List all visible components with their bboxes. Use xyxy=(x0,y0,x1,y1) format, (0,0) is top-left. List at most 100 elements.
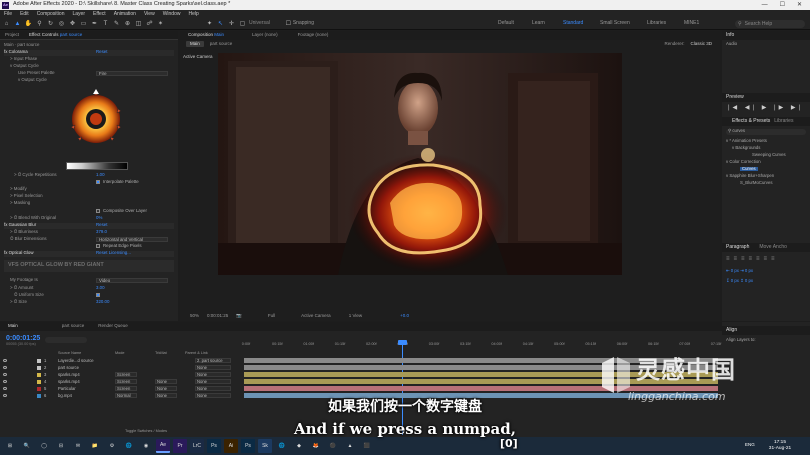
eye-icon[interactable] xyxy=(3,366,7,369)
layer-name[interactable]: sparks.mp4 xyxy=(58,372,80,377)
output-cycle-color-wheel[interactable] xyxy=(66,89,126,147)
blurriness-value[interactable]: 379.0 xyxy=(96,229,107,234)
type-tool-icon[interactable]: T xyxy=(101,19,110,28)
tab-move-anchor[interactable]: Move Ancho xyxy=(759,245,787,250)
puppet-tool-icon[interactable]: ✶ xyxy=(156,19,165,28)
snapshot-icon[interactable]: 📷 xyxy=(236,313,242,319)
language-indicator[interactable]: ENG xyxy=(745,442,755,448)
menu-view[interactable]: View xyxy=(144,11,155,17)
timeline-layer-row[interactable]: 6 bg.mp4 Normal None None xyxy=(0,393,240,399)
local-axis-icon[interactable]: ↖ xyxy=(216,19,225,28)
timeline-search-input[interactable] xyxy=(45,337,87,343)
taskbar-app-icon[interactable]: Ai xyxy=(224,439,238,453)
tab-timeline-part-source[interactable]: part source xyxy=(62,324,85,329)
workspace-small-screen[interactable]: Small Screen xyxy=(600,21,630,26)
menu-layer[interactable]: Layer xyxy=(72,11,85,17)
maximize-button[interactable]: ☐ xyxy=(780,2,785,8)
preview-title[interactable]: Preview xyxy=(726,95,744,100)
taskbar-app-icon[interactable]: ⊞ xyxy=(3,439,17,453)
system-clock[interactable]: 17:15 31-Aug-21 xyxy=(760,440,800,452)
col-parent[interactable]: Parent & Link xyxy=(185,351,208,356)
home-icon[interactable]: ⌂ xyxy=(2,19,11,28)
layer-duration-bar[interactable] xyxy=(244,365,718,370)
menu-effect[interactable]: Effect xyxy=(93,11,106,17)
masking-group[interactable]: > Masking xyxy=(4,200,174,207)
view-axis-icon[interactable]: ▢ xyxy=(238,19,247,28)
layer-name[interactable]: bg.mp4 xyxy=(58,393,72,398)
taskbar-app-icon[interactable]: ◆ xyxy=(292,439,306,453)
taskbar-app-icon[interactable]: 🔍 xyxy=(20,439,34,453)
trkmat-dropdown[interactable]: None xyxy=(155,393,177,398)
composite-over-layer-checkbox[interactable] xyxy=(96,209,100,213)
label-color-swatch[interactable] xyxy=(37,359,41,363)
effect-optical-glow[interactable]: fx Optical Glow Reset Licensing... xyxy=(4,250,174,257)
output-cycle-sub[interactable]: v Output Cycle xyxy=(4,77,174,84)
trkmat-dropdown[interactable]: None xyxy=(155,386,177,391)
uniform-size-checkbox[interactable] xyxy=(96,293,100,297)
composition-viewer-frame[interactable] xyxy=(218,53,622,275)
layer-name[interactable]: sparks.mp4 xyxy=(58,379,80,384)
taskbar-app-icon[interactable]: ⬛ xyxy=(360,439,374,453)
tab-effect-controls[interactable]: Effect Controls part source xyxy=(29,32,82,38)
menu-help[interactable]: Help xyxy=(188,11,198,17)
tree-color-correction[interactable]: v Color Correction xyxy=(726,159,761,164)
label-color-swatch[interactable] xyxy=(37,366,41,370)
eye-icon[interactable] xyxy=(3,394,7,397)
workspace-libraries[interactable]: Libraries xyxy=(647,21,666,26)
my-footage-is-dropdown[interactable]: Video xyxy=(96,278,168,283)
workspace-learn[interactable]: Learn xyxy=(532,21,545,26)
taskbar-app-icon[interactable]: 🦊 xyxy=(309,439,323,453)
rotate-tool-icon[interactable]: ↻ xyxy=(46,19,55,28)
label-color-swatch[interactable] xyxy=(37,387,41,391)
parent-dropdown[interactable]: None xyxy=(195,365,231,370)
search-help-input[interactable]: ⚲ Search Help xyxy=(735,20,805,28)
tab-render-queue[interactable]: Render Queue xyxy=(98,324,128,329)
taskbar-app-icon[interactable]: ✉ xyxy=(71,439,85,453)
roto-tool-icon[interactable]: ☍ xyxy=(145,19,154,28)
camera-view-dropdown[interactable]: Active Camera xyxy=(301,313,331,319)
next-frame-button[interactable]: |▶ xyxy=(774,105,786,111)
reset-link[interactable]: Reset xyxy=(96,49,107,54)
workspace-standard[interactable]: Standard xyxy=(563,21,583,26)
parent-dropdown[interactable]: None xyxy=(195,379,231,384)
menu-composition[interactable]: Composition xyxy=(37,11,65,17)
label-color-swatch[interactable] xyxy=(37,394,41,398)
menu-file[interactable]: File xyxy=(4,11,12,17)
blend-with-original-value[interactable]: 0% xyxy=(96,215,102,220)
trkmat-dropdown[interactable]: None xyxy=(155,379,177,384)
comp-subtab-part-source[interactable]: part source xyxy=(210,41,233,47)
tree-curves-selected[interactable]: Curves xyxy=(740,166,758,172)
exposure-value[interactable]: +0.0 xyxy=(400,313,409,319)
output-cycle-opacity-gradient[interactable] xyxy=(66,162,128,170)
taskbar-app-icon[interactable]: 🌐 xyxy=(122,439,136,453)
close-button[interactable]: ✕ xyxy=(797,2,802,8)
align-title[interactable]: Align xyxy=(726,328,737,333)
renderer-value[interactable]: Classic 3D xyxy=(690,41,712,47)
blend-mode-dropdown[interactable]: Screen xyxy=(115,372,137,377)
timeline-layer-row[interactable]: 4 sparks.mp4 Screen None None xyxy=(0,379,240,385)
pen-tool-icon[interactable]: ✒ xyxy=(90,19,99,28)
timeline-layer-row[interactable]: 1 Layerdie...d source 2. part source xyxy=(0,358,240,364)
eye-icon[interactable] xyxy=(3,387,7,390)
play-button[interactable]: ▶ xyxy=(762,105,770,111)
menu-animation[interactable]: Animation xyxy=(114,11,136,17)
effects-search-input[interactable]: ⚲ curves xyxy=(726,128,806,135)
taskbar-app-icon[interactable]: Sk xyxy=(258,439,272,453)
tree-backgrounds[interactable]: v Backgrounds xyxy=(732,145,760,150)
taskbar-app-icon[interactable]: 📁 xyxy=(88,439,102,453)
taskbar-app-icon[interactable]: ⚫ xyxy=(326,439,340,453)
pan-behind-tool-icon[interactable]: ✥ xyxy=(68,19,77,28)
col-source-name[interactable]: Source Name xyxy=(58,351,81,356)
eraser-tool-icon[interactable]: ◫ xyxy=(134,19,143,28)
brush-tool-icon[interactable]: ✎ xyxy=(112,19,121,28)
parent-dropdown[interactable]: None xyxy=(195,386,231,391)
tab-timeline-main[interactable]: Main xyxy=(8,324,18,329)
tab-project[interactable]: Project xyxy=(5,32,19,38)
tab-footage[interactable]: Footage (none) xyxy=(298,33,329,38)
first-frame-button[interactable]: |◀ xyxy=(728,105,740,111)
paragraph-space-fields[interactable]: ↧ 0 px ↥ 0 px xyxy=(726,278,753,283)
tab-effects-presets[interactable]: Effects & Presets xyxy=(732,119,770,124)
tree-sweeping-curves[interactable]: Sweeping Curves xyxy=(752,152,786,157)
timeline-layer-row[interactable]: 3 sparks.mp4 Screen None xyxy=(0,372,240,378)
last-frame-button[interactable]: ▶| xyxy=(791,105,803,111)
